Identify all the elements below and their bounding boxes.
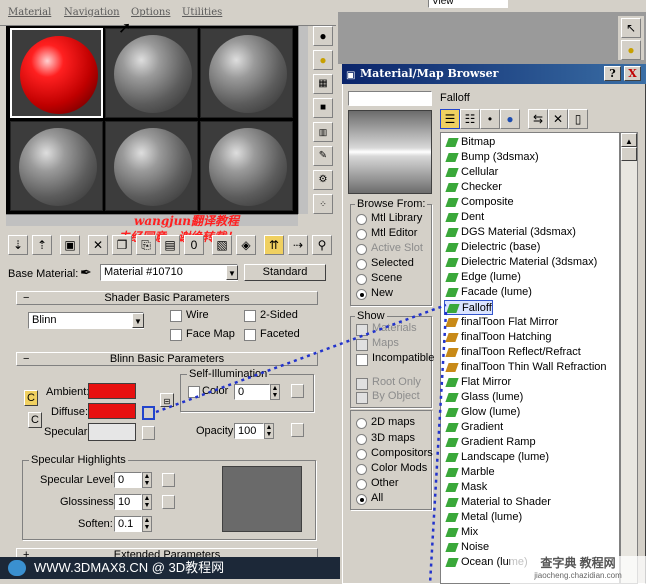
drag-connector [155, 303, 448, 584]
corner-watermark-title: 查字典 教程网 [540, 556, 616, 570]
status-bar: WWW.3DMAX8.CN @ 3D教程网 [0, 557, 340, 579]
corner-watermark-url: jiaocheng.chazidian.com [534, 571, 622, 580]
corner-watermark: 查字典 教程网 jiaocheng.chazidian.com [510, 556, 646, 584]
status-text: WWW.3DMAX8.CN @ 3D教程网 [34, 560, 225, 575]
site-logo-icon [8, 560, 26, 576]
drag-connector-line-1 [155, 303, 447, 414]
drag-connector-line-2 [428, 311, 448, 584]
